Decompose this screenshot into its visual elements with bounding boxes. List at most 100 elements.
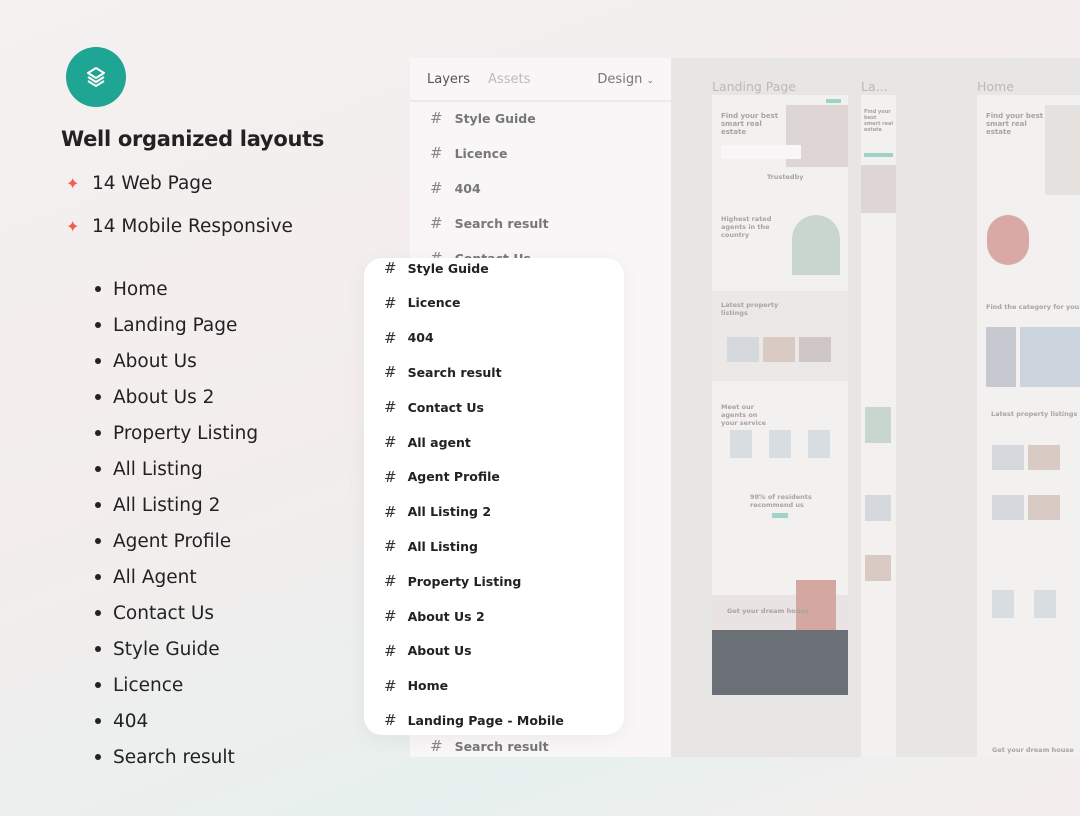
frame-label: La... <box>861 79 888 94</box>
frame-hero-text: Find your best smart real estate <box>864 109 894 133</box>
frame-hash-icon: # <box>384 502 397 521</box>
frame-hash-icon: # <box>384 398 397 417</box>
frame-hash-icon: # <box>430 179 443 197</box>
page-list-item: Home <box>95 271 258 307</box>
frame-hash-icon: # <box>430 144 443 162</box>
layers-icon <box>87 67 105 87</box>
layer-row[interactable]: # Landing Page - Mobile <box>384 711 564 729</box>
layer-row[interactable]: # About Us 2 <box>384 607 485 625</box>
layer-row[interactable]: # All Listing 2 <box>384 503 491 521</box>
frame-landing-page[interactable]: Find your best smart real estate Trusted… <box>712 95 848 695</box>
bullet-icon <box>95 754 101 760</box>
layer-row[interactable]: #404 <box>430 179 481 197</box>
sparkle-icon: ✦ <box>66 217 80 236</box>
bullet-icon <box>95 466 101 472</box>
frame-text: Latest property listings <box>991 410 1078 418</box>
design-label: Design <box>597 71 643 87</box>
layer-label: Style Guide <box>454 110 536 126</box>
bullet-icon <box>95 502 101 508</box>
layer-label: 404 <box>407 330 434 346</box>
page-list-item: Property Listing <box>95 415 258 451</box>
page-label: Contact Us <box>113 602 215 624</box>
bullet-icon <box>95 682 101 688</box>
layer-label: Licence <box>454 145 508 161</box>
bullet-icon <box>95 430 101 436</box>
bullet-icon <box>95 610 101 616</box>
layer-row[interactable]: # Licence <box>430 144 508 162</box>
bullet-icon <box>95 394 101 400</box>
bullet-icon <box>95 538 101 544</box>
frame-hash-icon: # <box>384 572 397 591</box>
feature-label: 14 Mobile Responsive <box>92 216 293 237</box>
frame-home[interactable]: Find your best smart real estate Find th… <box>977 95 1080 757</box>
bullet-icon <box>95 646 101 652</box>
frame-hash-icon: # <box>384 641 397 660</box>
layer-row[interactable]: # Property Listing <box>384 572 521 590</box>
layer-row[interactable]: # About Us <box>384 642 472 660</box>
layer-row[interactable]: #404 <box>384 329 434 347</box>
layer-row[interactable]: # All Listing <box>384 537 478 555</box>
page-list-item: Landing Page <box>95 307 258 343</box>
frame-hash-icon: # <box>384 259 397 277</box>
frame-text: 98% of residents recommend us <box>750 493 812 509</box>
layer-row[interactable]: # Contact Us <box>384 398 484 416</box>
page-label: Search result <box>113 746 235 768</box>
page-label: Landing Page <box>113 314 238 336</box>
frame-hash-icon: # <box>384 433 397 451</box>
frame-text: Meet our agents on your service <box>721 403 767 427</box>
page-label: 404 <box>113 710 149 732</box>
page-label: Licence <box>113 674 184 696</box>
layer-row[interactable]: # Agent Profile <box>384 468 500 486</box>
page-list-item: Agent Profile <box>95 523 258 559</box>
frame-hash-icon: # <box>430 737 443 755</box>
section-title: Well organized layouts <box>61 127 325 151</box>
bullet-icon <box>95 574 101 580</box>
design-canvas[interactable]: Landing Page Find your best smart real e… <box>671 58 1080 757</box>
bullet-icon <box>95 286 101 292</box>
feature-item: ✦ 14 Mobile Responsive <box>66 216 293 237</box>
frame-hash-icon: # <box>384 363 397 382</box>
layer-label: Licence <box>407 295 461 311</box>
layer-label: All agent <box>407 434 471 450</box>
page-list-item: Search result <box>95 739 258 775</box>
page-list-item: All Listing 2 <box>95 487 258 523</box>
layer-row[interactable]: # Search result <box>384 363 502 381</box>
layer-row[interactable]: # Style Guide <box>384 259 489 277</box>
page-label: Style Guide <box>113 638 220 660</box>
page-label: All Listing <box>113 458 203 480</box>
bullet-icon <box>95 718 101 724</box>
page-list-item: All Listing <box>95 451 258 487</box>
bullet-icon <box>95 322 101 328</box>
layer-row[interactable]: # All agent <box>384 433 471 451</box>
layer-row[interactable]: # Home <box>384 677 448 695</box>
layer-label: 404 <box>454 180 481 196</box>
layer-row[interactable]: # Style Guide <box>430 109 536 127</box>
layer-label: Home <box>407 678 449 694</box>
layer-row[interactable]: # Licence <box>384 294 461 312</box>
panel-header: Layers Assets Design ⌄ <box>410 58 671 102</box>
layer-label: Landing Page - Mobile <box>407 712 564 728</box>
frame-landing-page-mobile[interactable]: Find your best smart real estate <box>861 95 896 757</box>
frame-text: Get your dream house <box>992 746 1074 754</box>
page-list: Home Landing Page About Us About Us 2 Proper… <box>95 271 258 775</box>
frame-hash-icon: # <box>384 328 397 347</box>
layer-label: Contact Us <box>407 399 484 415</box>
sparkle-icon: ✦ <box>66 174 80 193</box>
feature-label: 14 Web Page <box>92 173 213 194</box>
frame-hash-icon: # <box>430 109 443 127</box>
frame-hash-icon: # <box>384 537 397 556</box>
page-list-item: All Agent <box>95 559 258 595</box>
frame-label: Landing Page <box>712 79 797 94</box>
layer-row[interactable]: # Search result <box>430 214 549 232</box>
layer-label: All Listing 2 <box>407 504 492 520</box>
frame-text: Trustedby <box>767 173 804 181</box>
layer-label: All Listing <box>407 538 478 554</box>
page-label: About Us 2 <box>113 386 215 408</box>
tab-assets[interactable]: Assets <box>488 72 530 87</box>
design-dropdown[interactable]: Design ⌄ <box>597 72 654 87</box>
page-list-item: Contact Us <box>95 595 258 631</box>
frame-hash-icon: # <box>384 293 397 312</box>
page-list-item: About Us <box>95 343 258 379</box>
tab-layers[interactable]: Layers <box>427 72 470 87</box>
layer-row[interactable]: # Search result <box>430 737 549 755</box>
